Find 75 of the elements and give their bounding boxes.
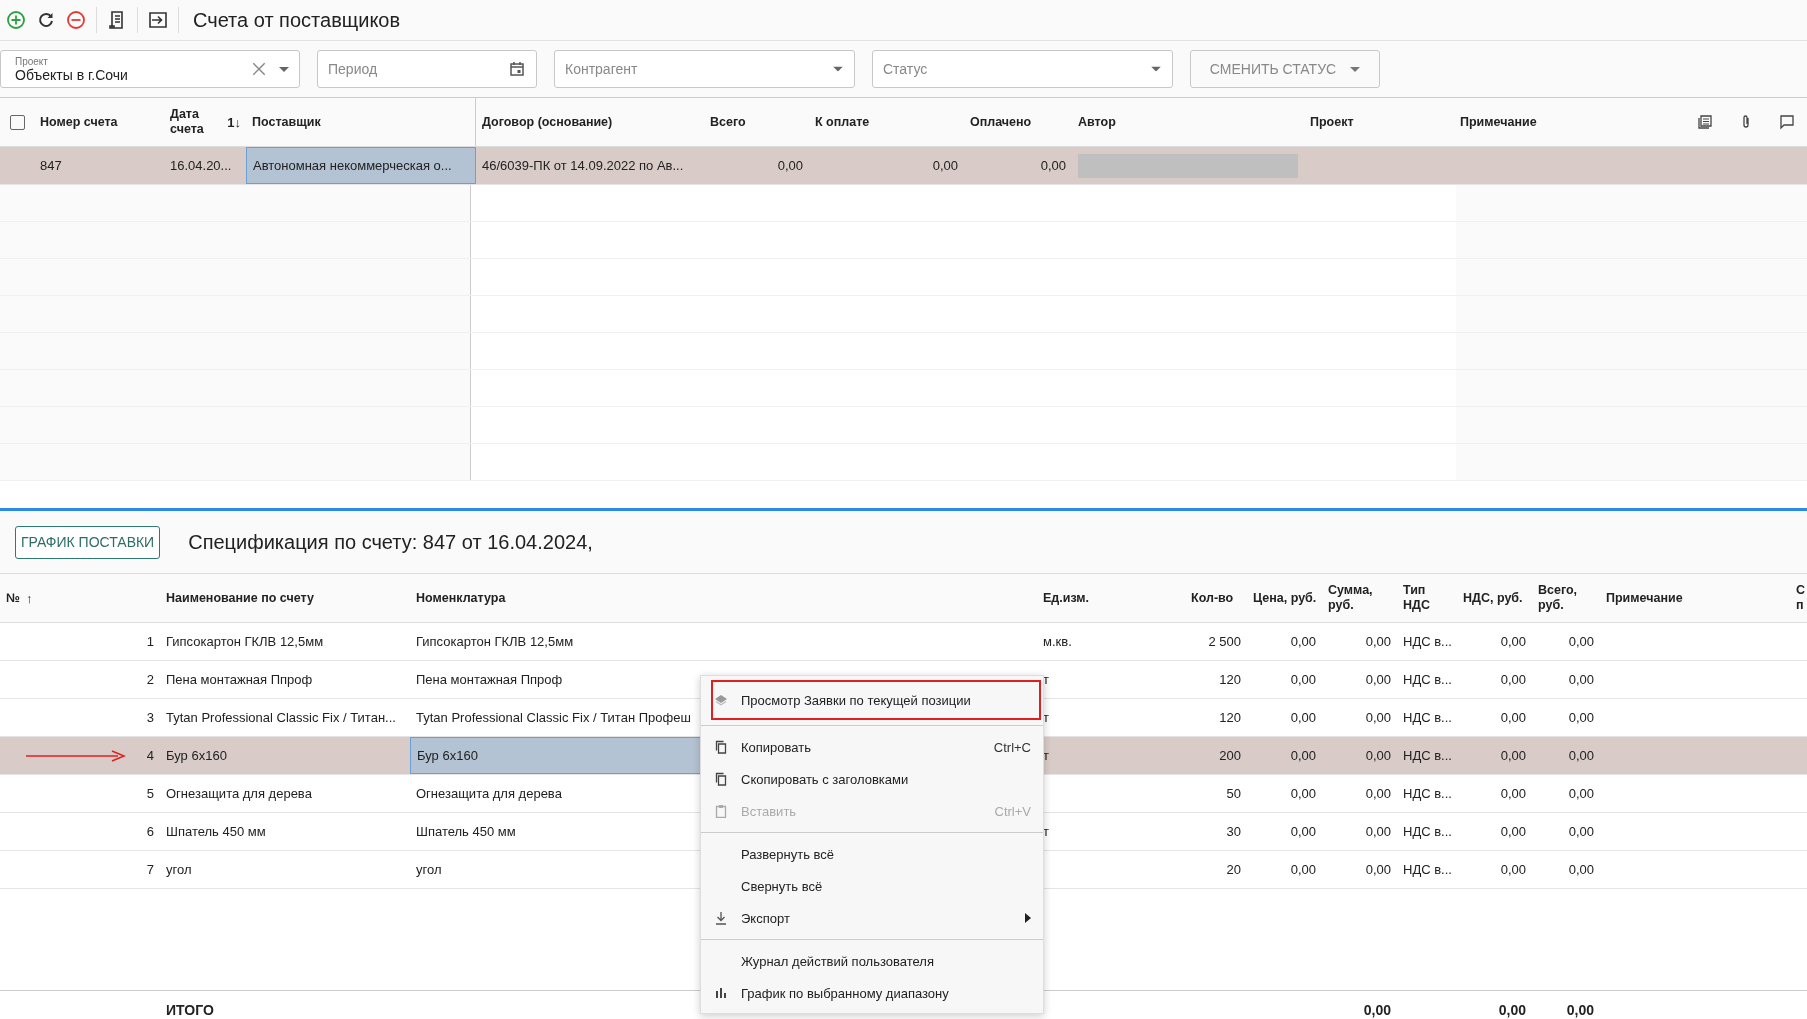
table-cell: Бур 6х160 <box>166 748 227 763</box>
table-cell: угол <box>166 862 192 877</box>
table-cell: Гипсокартон ГКЛВ 12,5мм <box>166 634 324 649</box>
table-cell: 847 <box>40 158 62 173</box>
table-cell: 0,00 <box>1500 672 1526 687</box>
table-cell: Пена монтажная Ппроф <box>166 672 313 687</box>
table-cell: 0,00 <box>1290 710 1316 725</box>
table-cell: Пена монтажная Ппроф <box>416 672 563 687</box>
table-cell: 0,00 <box>1568 786 1594 801</box>
table-cell: 46/6039-ПК от 14.09.2022 по Ав... <box>482 158 684 173</box>
table-cell: 16.04.20... <box>170 158 232 173</box>
total-cell: 0,00 <box>1498 1001 1526 1018</box>
table-cell: угол <box>416 862 442 877</box>
table-cell: Шпатель 450 мм <box>166 824 266 839</box>
table-cell: 0,00 <box>932 158 958 173</box>
table-cell: 0,00 <box>1568 824 1594 839</box>
table-cell: Гипсокартон ГКЛВ 12,5мм <box>416 634 574 649</box>
table-cell: Огнезащита для дерева <box>416 786 562 801</box>
table-cell: НДС в... <box>1403 710 1452 725</box>
table-cell: 0,00 <box>1290 862 1316 877</box>
table-cell: 0,00 <box>1365 824 1391 839</box>
table-cell: 7 <box>146 862 154 877</box>
table-cell: 0,00 <box>1500 634 1526 649</box>
table-cell: 2 500 <box>1208 634 1241 649</box>
table-cell: 2 <box>146 672 154 687</box>
table-cell: 0,00 <box>1568 672 1594 687</box>
table-cell: 0,00 <box>1290 634 1316 649</box>
table-cell: Tytan Professional Classic Fix / Титан... <box>166 710 396 725</box>
table-cell: 3 <box>146 710 154 725</box>
table-cell: НДС в... <box>1403 748 1452 763</box>
table-cell: 20 <box>1226 862 1241 877</box>
table-cell: 0,00 <box>1568 634 1594 649</box>
table-cell: 0,00 <box>1040 158 1066 173</box>
table-cell: 0,00 <box>1500 862 1526 877</box>
table-cell: 0,00 <box>1568 862 1594 877</box>
table-cell: Tytan Professional Classic Fix / Титан Профеш <box>416 710 691 725</box>
table-cell: 0,00 <box>1290 748 1316 763</box>
total-cell: ИТОГО <box>166 1001 214 1018</box>
table-cell: 0,00 <box>1500 786 1526 801</box>
table-cell: 0,00 <box>1290 786 1316 801</box>
table-cell: 0,00 <box>1365 672 1391 687</box>
table-cell: 6 <box>146 824 154 839</box>
window-title: Счета от поставщиков <box>193 8 401 32</box>
table-cell: 5 <box>146 786 154 801</box>
table-cell: 30 <box>1226 824 1241 839</box>
table-cell: м.кв. <box>1043 634 1072 649</box>
table-cell: 0,00 <box>1365 710 1391 725</box>
table-cell: 50 <box>1226 786 1241 801</box>
table-cell: 120 <box>1219 672 1241 687</box>
total-cell: 0,00 <box>1566 1001 1594 1018</box>
table-cell: 0,00 <box>1290 824 1316 839</box>
table-cell: 1 <box>146 634 154 649</box>
table-cell: 0,00 <box>1365 634 1391 649</box>
table-cell: Шпатель 450 мм <box>416 824 516 839</box>
table-cell: НДС в... <box>1403 672 1452 687</box>
table-cell: 0,00 <box>1500 748 1526 763</box>
table-cell: 0,00 <box>1568 748 1594 763</box>
table-cell: 0,00 <box>1500 710 1526 725</box>
table-cell: 0,00 <box>1500 824 1526 839</box>
table-cell: 0,00 <box>1290 672 1316 687</box>
specification-title: Спецификация по счету: 847 от 16.04.2024, <box>188 530 593 554</box>
table-cell: 0,00 <box>777 158 803 173</box>
table-cell: НДС в... <box>1403 862 1452 877</box>
table-cell: 200 <box>1219 748 1241 763</box>
table-cell: 0,00 <box>1568 710 1594 725</box>
table-cell: НДС в... <box>1403 634 1452 649</box>
table-cell: 0,00 <box>1365 862 1391 877</box>
table-cell: 0,00 <box>1365 748 1391 763</box>
table-cell: 120 <box>1219 710 1241 725</box>
table-cell: 0,00 <box>1365 786 1391 801</box>
table-cell: Огнезащита для дерева <box>166 786 312 801</box>
total-cell: 0,00 <box>1363 1001 1391 1018</box>
table-cell: 4 <box>146 748 154 763</box>
table-cell: НДС в... <box>1403 824 1452 839</box>
table-cell: НДС в... <box>1403 786 1452 801</box>
